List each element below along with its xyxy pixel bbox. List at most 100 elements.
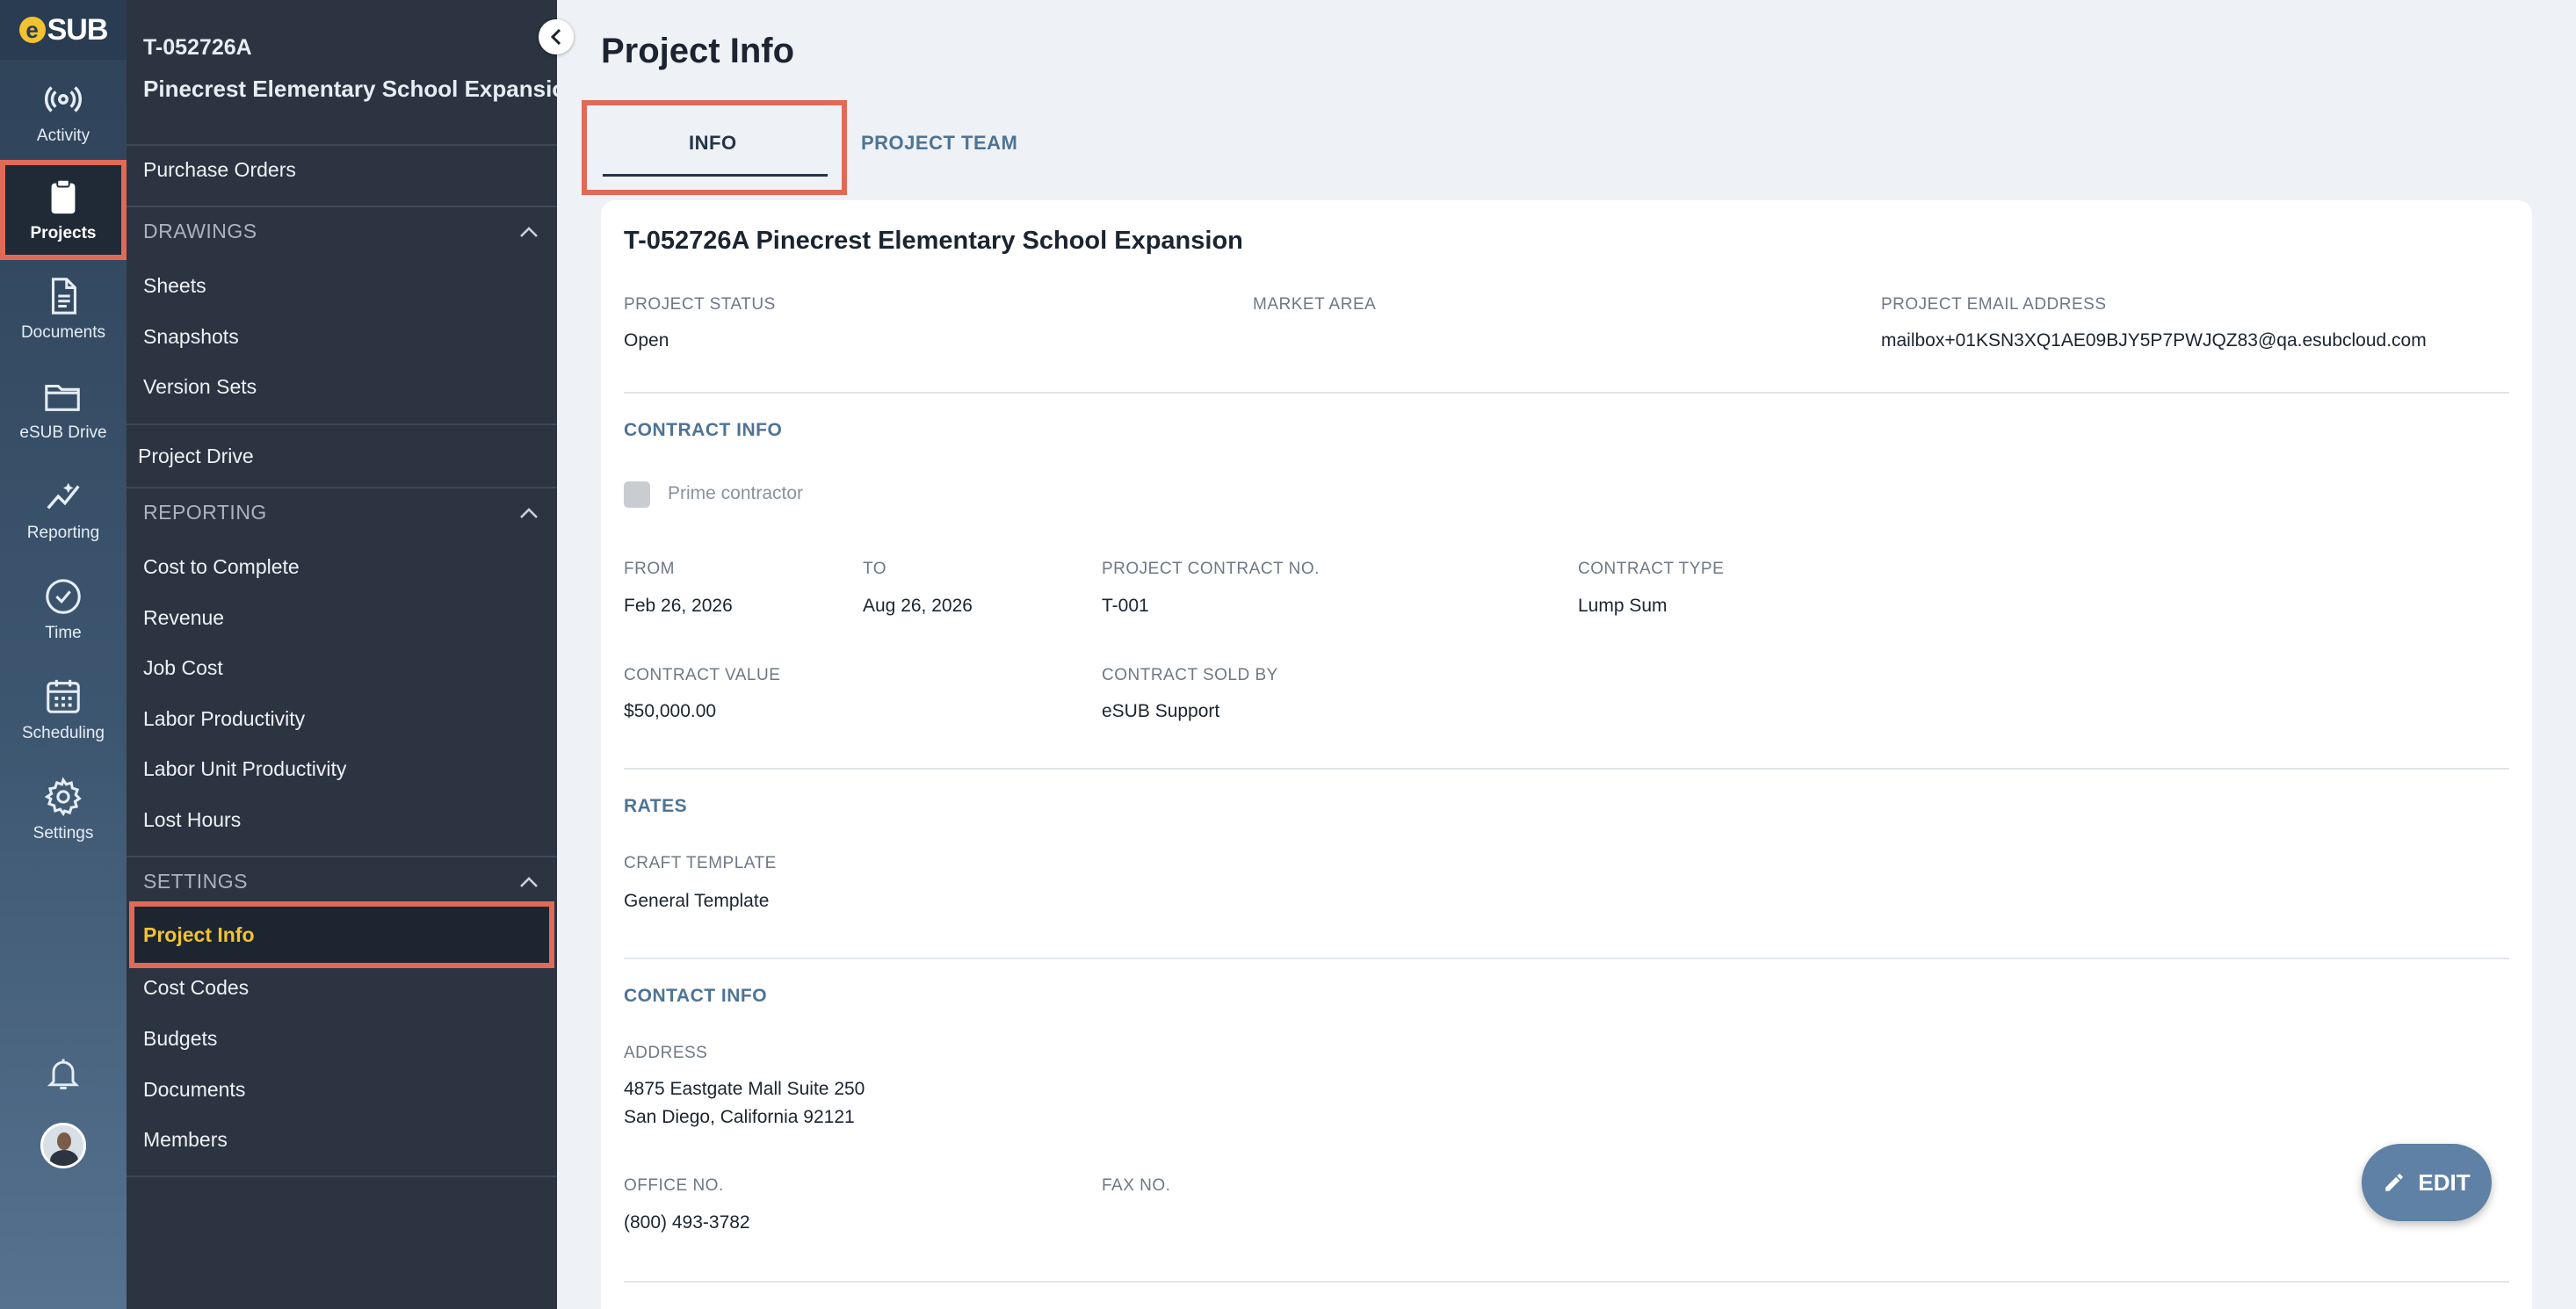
pencil-icon	[2385, 1174, 2404, 1191]
office-value: (800) 493-3782	[624, 1212, 750, 1233]
rail-item-settings[interactable]: Settings	[0, 761, 127, 859]
rail-label: eSUB Drive	[19, 423, 107, 442]
rail-label: Time	[45, 624, 82, 642]
project-status-label: PROJECT STATUS	[624, 295, 776, 314]
app-rail: e SUB Activity Projects Documents eSUB Dr…	[0, 0, 127, 1309]
contract-type-label: CONTRACT TYPE	[1578, 560, 1725, 578]
folder-icon	[45, 384, 80, 411]
logo-e: e	[18, 17, 46, 43]
nav-budgets[interactable]: Budgets	[143, 1027, 217, 1051]
rail-item-scheduling[interactable]: Scheduling	[0, 661, 127, 759]
nav-labor-productivity[interactable]: Labor Productivity	[143, 707, 305, 731]
nav-project-name: Pinecrest Elementary School Expansion	[143, 76, 557, 102]
page-title: Project Info	[601, 32, 795, 70]
project-status-value: Open	[624, 330, 669, 351]
activity-icon	[45, 86, 82, 112]
nav-labor-unit-productivity[interactable]: Labor Unit Productivity	[143, 757, 346, 781]
tab-info[interactable]: INFO	[689, 132, 737, 155]
nav-project-id: T-052726A	[143, 35, 252, 60]
prime-contractor-label: Prime contractor	[668, 483, 804, 503]
nav-documents[interactable]: Documents	[143, 1078, 245, 1102]
document-icon	[51, 278, 76, 315]
logo-text: SUB	[47, 12, 109, 47]
fax-label: FAX NO.	[1102, 1176, 1171, 1195]
nav-lost-hours[interactable]: Lost Hours	[143, 808, 241, 832]
nav-sheets[interactable]: Sheets	[143, 274, 206, 298]
calendar-icon	[47, 679, 80, 713]
edit-button[interactable]: EDIT	[2362, 1144, 2492, 1221]
office-label: OFFICE NO.	[624, 1176, 724, 1195]
bell-icon	[47, 1059, 80, 1089]
nav-purchase-orders[interactable]: Purchase Orders	[143, 158, 296, 182]
rail-item-reporting[interactable]: Reporting	[0, 460, 127, 559]
rates-heading: RATES	[624, 796, 688, 816]
market-area-label: MARKET AREA	[1253, 295, 1377, 314]
nav-project-drive[interactable]: Project Drive	[138, 445, 254, 468]
address-line1: 4875 Eastgate Mall Suite 250	[624, 1079, 865, 1099]
rail-label: Settings	[33, 824, 94, 843]
card-title: T-052726A Pinecrest Elementary School Ex…	[624, 227, 1243, 255]
craft-template-label: CRAFT TEMPLATE	[624, 854, 777, 872]
rail-label: Scheduling	[21, 724, 105, 742]
from-value: Feb 26, 2026	[624, 596, 733, 616]
contract-value: $50,000.00	[624, 701, 717, 721]
craft-template-value: General Template	[624, 891, 770, 911]
notifications-button[interactable]	[0, 1052, 127, 1095]
tab-underline	[603, 174, 828, 177]
rail-item-activity[interactable]: Activity	[0, 63, 127, 162]
nav-revenue[interactable]: Revenue	[143, 606, 224, 630]
nav-cost-to-complete[interactable]: Cost to Complete	[143, 555, 300, 579]
rail-label: Projects	[30, 224, 97, 242]
section-title: REPORTING	[143, 501, 267, 524]
chevron-up-icon	[520, 226, 538, 237]
main-content: Project Info INFO PROJECT TEAM T-052726A…	[557, 0, 2576, 1309]
tab-project-team[interactable]: PROJECT TEAM	[861, 132, 1017, 155]
rail-label: Documents	[20, 323, 106, 342]
nav-section-drawings[interactable]: DRAWINGS	[143, 220, 539, 243]
chart-icon	[47, 482, 80, 510]
collapse-nav-button[interactable]	[539, 19, 574, 54]
from-label: FROM	[624, 560, 675, 578]
nav-project-info[interactable]: Project Info	[129, 901, 554, 968]
nav-members[interactable]: Members	[143, 1128, 228, 1152]
sold-by-label: CONTRACT SOLD BY	[1102, 666, 1278, 684]
nav-cost-codes[interactable]: Cost Codes	[143, 976, 249, 1000]
nav-active-label: Project Info	[143, 923, 255, 946]
email-label: PROJECT EMAIL ADDRESS	[1881, 295, 2107, 314]
contract-info-heading: CONTRACT INFO	[624, 420, 783, 440]
section-title: SETTINGS	[143, 870, 249, 893]
nav-job-cost[interactable]: Job Cost	[143, 656, 223, 680]
clock-icon	[46, 579, 81, 614]
avatar	[40, 1123, 86, 1168]
rail-item-documents[interactable]: Documents	[0, 260, 127, 358]
rail-label: Activity	[36, 127, 90, 145]
clipboard-icon	[51, 178, 76, 214]
contract-value-label: CONTRACT VALUE	[624, 666, 781, 684]
user-avatar-button[interactable]	[0, 1123, 127, 1168]
contract-type-value: Lump Sum	[1578, 596, 1668, 616]
address-line2: San Diego, California 92121	[624, 1107, 855, 1127]
esub-logo[interactable]: e SUB	[0, 0, 127, 60]
rail-item-esub-drive[interactable]: eSUB Drive	[0, 360, 127, 459]
rail-item-projects[interactable]: Projects	[0, 160, 127, 260]
prime-contractor-checkbox[interactable]	[624, 481, 650, 508]
rail-item-time[interactable]: Time	[0, 560, 127, 659]
nav-section-reporting[interactable]: REPORTING	[143, 501, 539, 524]
chevron-left-icon	[550, 28, 561, 46]
contact-info-heading: CONTACT INFO	[624, 986, 768, 1006]
project-nav: T-052726A Pinecrest Elementary School Ex…	[127, 0, 557, 1309]
email-value: mailbox+01KSN3XQ1AE09BJY5P7PWJQZ83@qa.es…	[1881, 330, 2427, 351]
sold-by-value: eSUB Support	[1102, 701, 1220, 721]
contract-no-label: PROJECT CONTRACT NO.	[1102, 560, 1320, 578]
nav-snapshots[interactable]: Snapshots	[143, 325, 239, 349]
nav-version-sets[interactable]: Version Sets	[143, 375, 257, 399]
nav-section-settings[interactable]: SETTINGS	[143, 870, 539, 893]
chevron-up-icon	[520, 507, 538, 518]
chevron-up-icon	[520, 876, 538, 887]
to-value: Aug 26, 2026	[863, 596, 973, 616]
project-info-card: T-052726A Pinecrest Elementary School Ex…	[601, 200, 2532, 1309]
edit-label: EDIT	[2418, 1168, 2471, 1196]
contract-no-value: T-001	[1102, 596, 1149, 616]
section-title: DRAWINGS	[143, 220, 257, 242]
gear-icon	[44, 777, 82, 817]
